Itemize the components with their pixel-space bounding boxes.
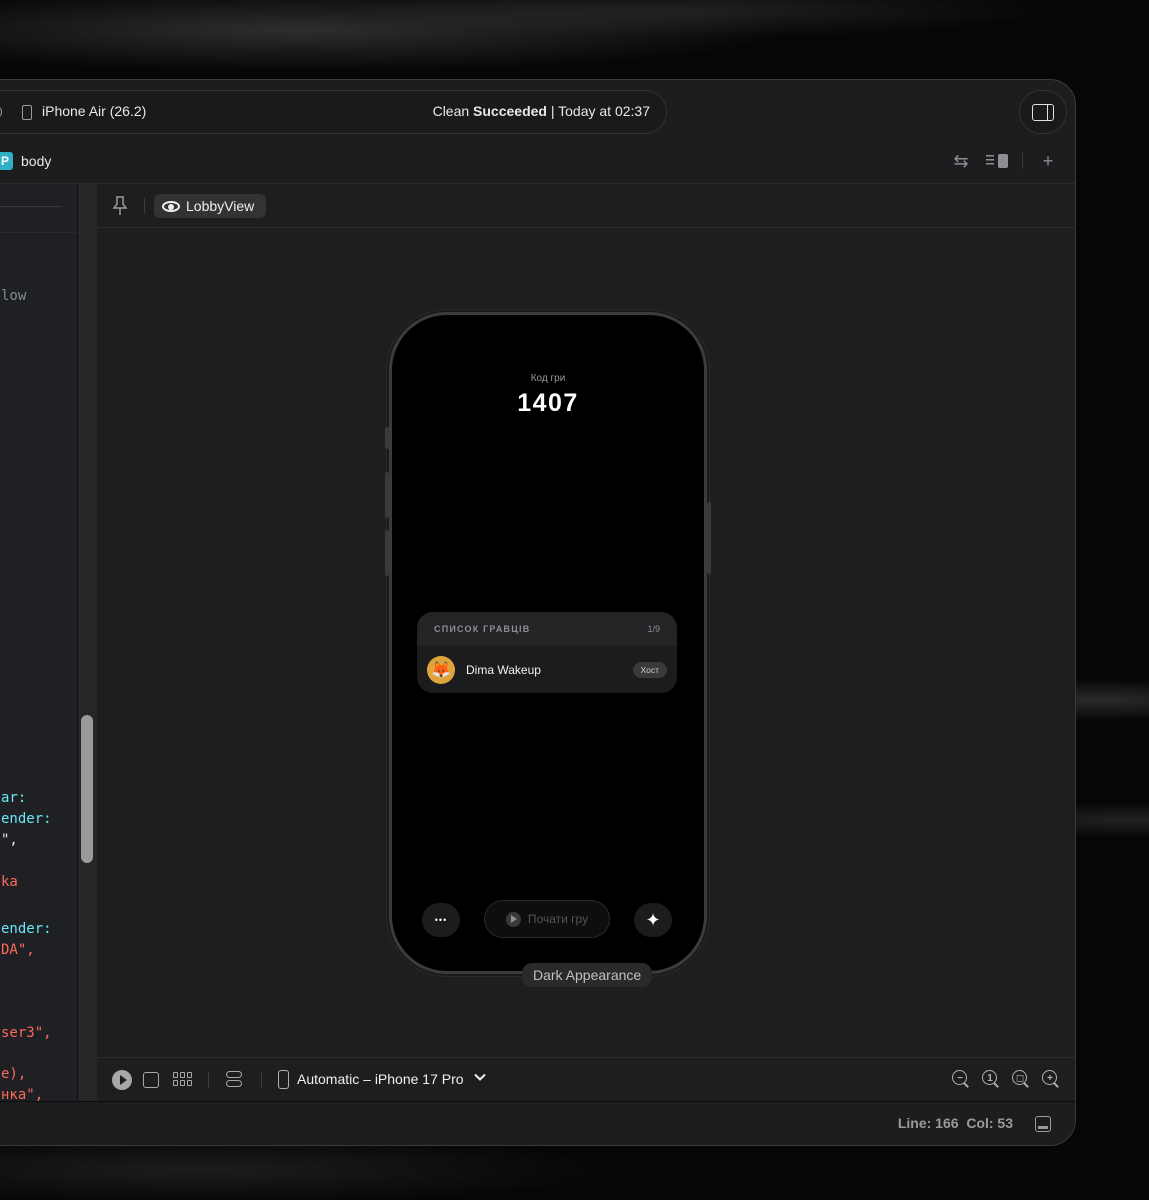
sparkle-button[interactable]: ✦ xyxy=(634,903,672,937)
fox-avatar-icon: 🦊 xyxy=(427,655,455,684)
zoom-controls: − 1 ◻ + xyxy=(951,1069,1061,1089)
add-editor-icon[interactable]: + xyxy=(1037,150,1059,172)
selectable-mode-icon[interactable] xyxy=(143,1072,159,1088)
jump-bar-item[interactable]: body xyxy=(21,153,51,169)
zoom-actual-size-icon[interactable]: 1 xyxy=(981,1069,1001,1089)
divider xyxy=(144,198,145,214)
code-line: low xyxy=(1,288,27,304)
device-icon xyxy=(278,1070,289,1089)
xcode-window: iPhone Air (26.2) Clean Succeeded | Toda… xyxy=(0,79,1076,1146)
more-button[interactable]: ••• xyxy=(422,903,460,937)
preview-canvas[interactable]: LobbyView Код гри 1407 СПИСОК ГРАВЦІВ 1/… xyxy=(98,184,1075,1101)
jump-bar: P body ⇆ + xyxy=(0,142,1075,184)
editor-options: ⇆ + xyxy=(950,150,1059,172)
code-line: DA", xyxy=(1,942,35,958)
status-bar: Line: 166 Col: 53 xyxy=(0,1101,1075,1145)
players-list-title: СПИСОК ГРАВЦІВ xyxy=(434,624,531,634)
divider xyxy=(261,1072,262,1088)
appearance-label: Dark Appearance xyxy=(522,963,653,987)
start-game-label: Почати гру xyxy=(527,912,589,926)
variants-grid-icon[interactable] xyxy=(173,1072,192,1086)
build-status: Clean Succeeded | Today at 02:37 xyxy=(432,103,650,119)
property-badge-icon: P xyxy=(0,152,13,170)
code-line: ka xyxy=(1,874,18,890)
chevron-down-icon[interactable] xyxy=(473,1070,487,1084)
divider xyxy=(208,1072,209,1088)
pin-icon[interactable] xyxy=(112,195,128,217)
player-name: Dima Wakeup xyxy=(466,662,541,677)
scheme-chevron-icon[interactable] xyxy=(0,105,2,119)
lobby-actions: ••• Почати гру ✦ xyxy=(392,900,704,940)
inspector-toggle-button[interactable] xyxy=(1019,90,1067,134)
game-code-caption: Код гри xyxy=(530,373,566,384)
volume-down-button xyxy=(385,530,389,576)
run-destination[interactable]: iPhone Air (26.2) xyxy=(42,103,146,119)
editor-split-icon[interactable] xyxy=(986,150,1008,172)
divider xyxy=(1022,153,1023,169)
zoom-in-icon[interactable]: + xyxy=(1041,1069,1061,1089)
zoom-out-icon[interactable]: − xyxy=(951,1069,971,1089)
players-list-card: СПИСОК ГРАВЦІВ 1/9 🦊 Dima Wakeup Хост xyxy=(417,612,677,693)
volume-up-button xyxy=(385,472,389,518)
editor-divider xyxy=(0,206,61,207)
eye-icon xyxy=(162,200,180,212)
zoom-to-fit-icon[interactable]: ◻ xyxy=(1011,1069,1031,1089)
power-button xyxy=(707,502,711,574)
canvas-bottom-bar: Automatic – iPhone 17 Pro − 1 ◻ + xyxy=(98,1057,1075,1101)
list-item[interactable]: 🦊 Dima Wakeup Хост xyxy=(417,646,677,693)
editor-scrollbar[interactable] xyxy=(77,184,97,1101)
code-line: ender: xyxy=(1,811,52,827)
cursor-position: Line: 166 Col: 53 xyxy=(897,1115,1013,1131)
device-icon xyxy=(22,105,32,120)
device-preview[interactable]: Код гри 1407 СПИСОК ГРАВЦІВ 1/9 🦊 Dima W… xyxy=(385,312,711,974)
code-line: e), xyxy=(1,1066,27,1082)
players-list-header: СПИСОК ГРАВЦІВ 1/9 xyxy=(417,612,677,646)
editor-divider xyxy=(0,232,79,233)
canvas-toolbar: LobbyView xyxy=(98,184,1075,228)
code-line: ender: xyxy=(1,921,52,937)
game-code-value: 1407 xyxy=(517,389,579,417)
sidebar-right-icon xyxy=(1032,103,1054,121)
activity-viewer[interactable]: iPhone Air (26.2) Clean Succeeded | Toda… xyxy=(0,90,667,134)
players-count: 1/9 xyxy=(647,624,660,634)
sparkle-icon: ✦ xyxy=(645,909,661,930)
action-button xyxy=(385,427,389,449)
code-line: ", xyxy=(1,832,18,848)
code-line: ser3", xyxy=(1,1025,52,1041)
device-selector[interactable]: Automatic – iPhone 17 Pro xyxy=(297,1071,464,1087)
debug-area-toggle-icon[interactable] xyxy=(1035,1116,1051,1132)
live-preview-icon[interactable] xyxy=(112,1070,132,1090)
title-bar: iPhone Air (26.2) Clean Succeeded | Toda… xyxy=(0,80,1075,142)
preview-selector[interactable]: LobbyView xyxy=(154,194,267,218)
code-line: ar: xyxy=(1,790,27,806)
ellipsis-icon: ••• xyxy=(434,915,448,925)
canvas-settings-icon[interactable] xyxy=(226,1071,242,1087)
editor-scroll-thumb[interactable] xyxy=(81,715,93,863)
swap-arrows-icon[interactable]: ⇆ xyxy=(950,150,972,172)
host-badge: Хост xyxy=(632,661,667,678)
start-game-button[interactable]: Почати гру xyxy=(484,900,610,938)
preview-name: LobbyView xyxy=(186,198,255,214)
play-icon xyxy=(505,911,521,927)
code-editor[interactable]: low ar: ender: ", ka ender: DA", ser3", … xyxy=(0,184,79,1103)
